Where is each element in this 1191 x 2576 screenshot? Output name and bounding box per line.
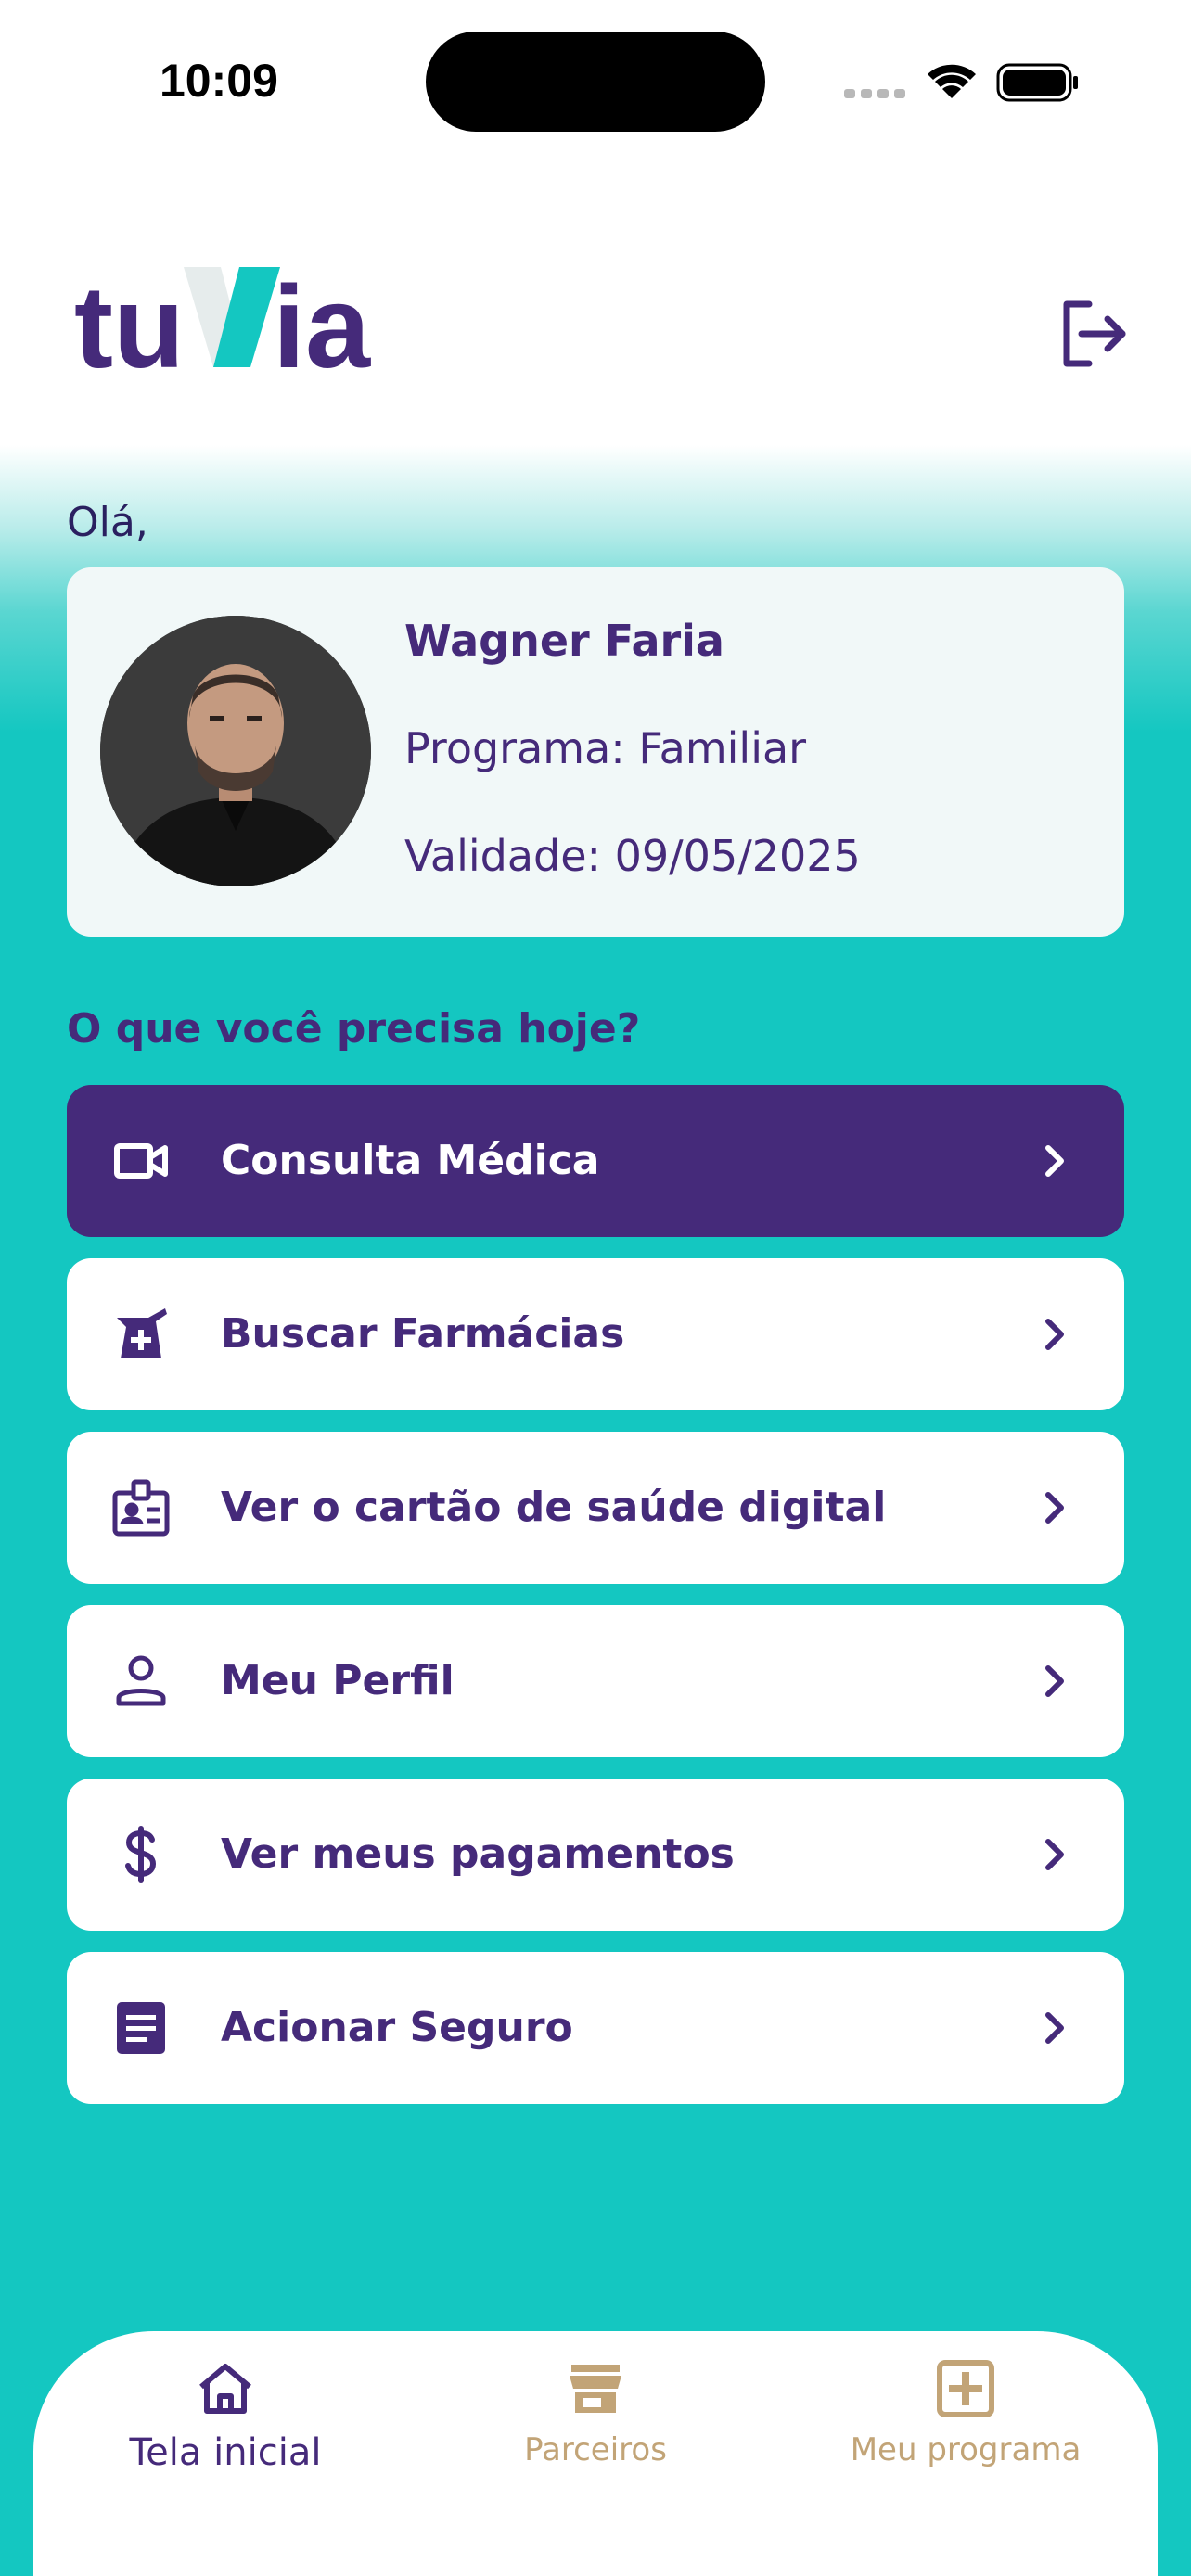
status-icons	[844, 63, 1078, 102]
menu-label: Acionar Seguro	[221, 2004, 573, 2051]
chevron-right-icon	[1045, 1839, 1064, 1870]
chevron-right-icon	[1045, 2012, 1064, 2044]
wifi-icon	[928, 64, 976, 98]
menu-label: Buscar Farmácias	[221, 1310, 625, 1358]
profile-name: Wagner Faria	[404, 616, 724, 666]
menu-item-acionar-seguro[interactable]: Acionar Seguro	[67, 1952, 1124, 2104]
menu-item-consulta-medica[interactable]: Consulta Médica	[67, 1085, 1124, 1237]
chevron-right-icon	[1045, 1319, 1064, 1350]
svg-text:ia: ia	[273, 261, 371, 378]
id-badge-icon	[112, 1479, 170, 1537]
video-camera-icon	[114, 1143, 168, 1179]
greeting: Olá,	[67, 499, 148, 546]
tuvia-logo: tu ia	[74, 261, 371, 378]
menu-item-buscar-farmacias[interactable]: Buscar Farmácias	[67, 1258, 1124, 1410]
menu-item-pagamentos[interactable]: Ver meus pagamentos	[67, 1779, 1124, 1931]
pharmacy-icon	[117, 1308, 167, 1358]
tab-parceiros[interactable]: Parceiros	[438, 2350, 753, 2489]
profile-card[interactable]: Wagner Faria Programa: Familiar Validade…	[67, 567, 1124, 937]
tab-label: Parceiros	[524, 2431, 667, 2468]
menu-label: Consulta Médica	[221, 1137, 600, 1184]
chevron-right-icon	[1045, 1145, 1064, 1177]
profile-program: Programa: Familiar	[404, 723, 807, 773]
menu-label: Ver meus pagamentos	[221, 1830, 735, 1878]
tab-label: Meu programa	[850, 2431, 1082, 2468]
medical-plus-icon	[937, 2360, 994, 2417]
signal-icon	[844, 89, 905, 98]
chevron-right-icon	[1045, 1492, 1064, 1524]
logout-icon[interactable]	[1057, 297, 1132, 371]
battery-icon	[996, 63, 1078, 102]
document-icon	[117, 2002, 165, 2054]
dynamic-island	[426, 32, 765, 132]
status-time: 10:09	[160, 55, 278, 107]
menu-item-cartao-saude[interactable]: Ver o cartão de saúde digital	[67, 1432, 1124, 1584]
avatar	[100, 616, 371, 886]
chevron-right-icon	[1045, 1665, 1064, 1697]
menu-label: Meu Perfil	[221, 1657, 455, 1704]
section-question: O que você precisa hoje?	[67, 1005, 641, 1052]
home-icon	[199, 2364, 251, 2414]
store-icon	[570, 2365, 621, 2413]
tab-label: Tela inicial	[129, 2431, 322, 2474]
dollar-icon	[125, 1826, 157, 1883]
profile-validity: Validade: 09/05/2025	[404, 831, 861, 881]
tab-meu-programa[interactable]: Meu programa	[808, 2350, 1123, 2489]
bottom-navigation: Tela inicial Parceiros Meu programa	[33, 2331, 1158, 2576]
svg-text:tu: tu	[74, 261, 185, 378]
menu-item-meu-perfil[interactable]: Meu Perfil	[67, 1605, 1124, 1757]
person-icon	[116, 1655, 166, 1706]
tab-tela-inicial[interactable]: Tela inicial	[68, 2350, 383, 2489]
menu-label: Ver o cartão de saúde digital	[221, 1484, 887, 1531]
